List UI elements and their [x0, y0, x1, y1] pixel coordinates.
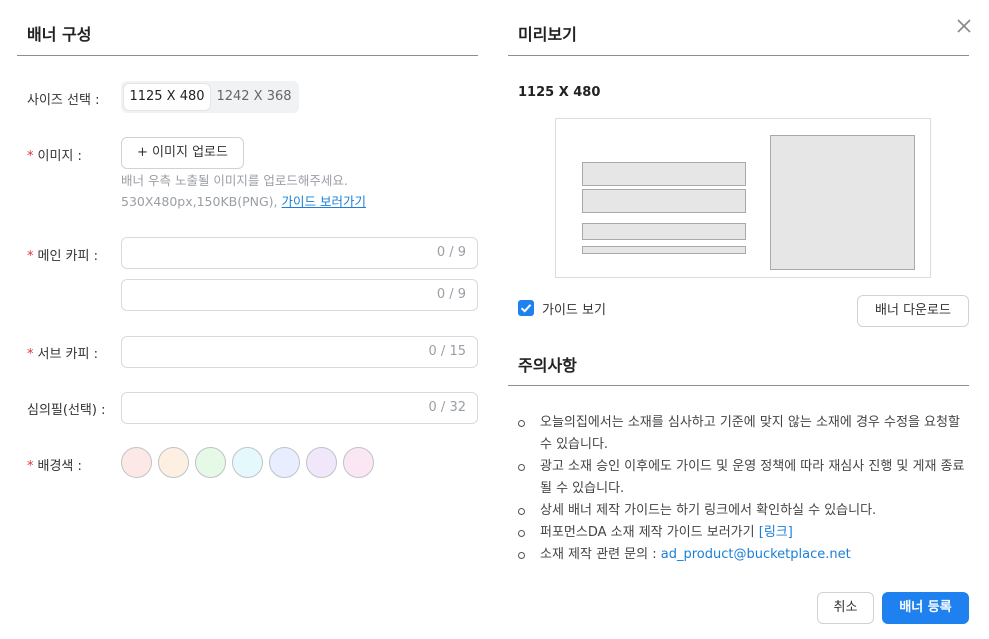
main-copy-input-2[interactable]: 0 / 9 — [121, 279, 478, 311]
bg-color-swatch[interactable] — [306, 447, 337, 478]
image-hint: 배너 우측 노출될 이미지를 업로드해주세요. 530X480px,150KB(… — [121, 170, 366, 212]
preview-main-copy-line2 — [582, 189, 746, 213]
size-label: 사이즈 선택 : — [27, 93, 100, 108]
required-mark: * — [27, 249, 34, 264]
notice-item: 소재 제작 관련 문의 : ad_product@bucketplace.net — [518, 544, 970, 566]
image-hint-line2: 530X480px,150KB(PNG), 가이드 보러가기 — [121, 194, 366, 209]
banner-config-divider — [17, 55, 478, 56]
bullet-icon — [518, 464, 525, 471]
banner-download-button[interactable]: 배너 다운로드 — [857, 295, 969, 327]
required-mark: * — [27, 347, 34, 362]
notice-item: 오늘의집에서는 소재를 심사하고 기준에 맞지 않는 소재에 경우 수정을 요청… — [518, 412, 970, 456]
check-icon — [520, 304, 532, 313]
image-label: * 이미지 : — [27, 149, 82, 164]
banner-config-title: 배너 구성 — [27, 25, 92, 44]
guide-checkbox-label[interactable]: 가이드 보기 — [542, 299, 606, 318]
guide-checkbox[interactable] — [518, 300, 534, 316]
notice-divider — [508, 385, 969, 386]
image-hint-line1: 배너 우측 노출될 이미지를 업로드해주세요. — [121, 173, 348, 188]
seal-counter: 0 / 32 — [428, 400, 466, 415]
notice-item: 상세 배너 제작 가이드는 하기 링크에서 확인하실 수 있습니다. — [518, 500, 970, 522]
bg-color-swatch[interactable] — [269, 447, 300, 478]
guide-link[interactable]: 가이드 보러가기 — [282, 194, 366, 209]
banner-preview — [555, 118, 931, 278]
preview-main-copy-line1 — [582, 162, 746, 186]
preview-sub-copy — [582, 223, 746, 240]
size-selector: 1125 X 480 1242 X 368 — [121, 81, 299, 113]
preview-title: 미리보기 — [518, 25, 577, 44]
required-mark: * — [27, 149, 34, 164]
sub-copy-input[interactable]: 0 / 15 — [121, 336, 478, 368]
main-copy-label: * 메인 카피 : — [27, 249, 98, 264]
contact-email-link[interactable]: ad_product@bucketplace.net — [661, 547, 851, 562]
bullet-icon — [518, 508, 525, 515]
close-icon[interactable] — [955, 17, 973, 35]
bullet-icon — [518, 530, 525, 537]
bg-color-swatch[interactable] — [343, 447, 374, 478]
preview-image-area — [770, 135, 915, 270]
cancel-button[interactable]: 취소 — [817, 592, 874, 624]
bg-color-label: * 배경색 : — [27, 459, 82, 474]
guide-doc-link[interactable]: [링크] — [759, 525, 793, 540]
sub-copy-label: * 서브 카피 : — [27, 347, 98, 362]
bg-color-swatch[interactable] — [232, 447, 263, 478]
preview-size-text: 1125 X 480 — [518, 85, 601, 100]
bullet-icon — [518, 420, 525, 427]
bg-color-swatch[interactable] — [121, 447, 152, 478]
sub-copy-counter: 0 / 15 — [428, 344, 466, 359]
seal-input[interactable]: 0 / 32 — [121, 392, 478, 424]
main-copy-counter-2: 0 / 9 — [436, 287, 466, 302]
main-copy-input-1[interactable]: 0 / 9 — [121, 237, 478, 269]
notice-item: 광고 소재 승인 이후에도 가이드 및 운영 정책에 따라 재심사 진행 및 게… — [518, 456, 970, 500]
bg-color-swatch[interactable] — [158, 447, 189, 478]
size-option-1125[interactable]: 1125 X 480 — [124, 84, 210, 110]
bg-color-swatch[interactable] — [195, 447, 226, 478]
preview-seal — [582, 246, 746, 254]
image-upload-button[interactable]: + 이미지 업로드 — [121, 137, 244, 169]
notice-item: 퍼포먼스DA 소재 제작 가이드 보러가기 [링크] — [518, 522, 970, 544]
bullet-icon — [518, 552, 525, 559]
register-banner-button[interactable]: 배너 등록 — [882, 592, 969, 624]
main-copy-counter-1: 0 / 9 — [436, 245, 466, 260]
size-option-1242[interactable]: 1242 X 368 — [212, 84, 296, 110]
seal-label: 심의필(선택) : — [27, 403, 106, 418]
preview-divider — [508, 55, 969, 56]
required-mark: * — [27, 459, 34, 474]
notice-title: 주의사항 — [518, 356, 577, 375]
